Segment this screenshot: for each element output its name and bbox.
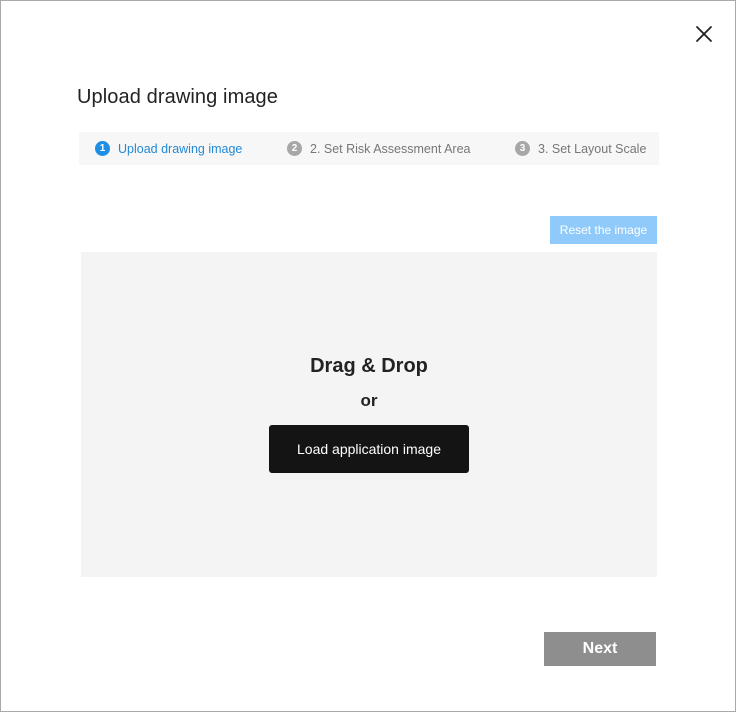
step-label: 2. Set Risk Assessment Area <box>310 141 471 156</box>
step-label: Upload drawing image <box>118 141 243 156</box>
step-indicator: 1 Upload drawing image 2 2. Set Risk Ass… <box>79 132 659 165</box>
step-set-risk-assessment-area[interactable]: 2 2. Set Risk Assessment Area <box>287 132 471 165</box>
step-number-badge: 2 <box>287 141 302 156</box>
step-label: 3. Set Layout Scale <box>538 141 647 156</box>
reset-image-button[interactable]: Reset the image <box>550 216 657 244</box>
image-dropzone[interactable]: Drag & Drop or Load application image <box>81 252 657 577</box>
load-application-image-button[interactable]: Load application image <box>269 425 469 473</box>
dropzone-or-text: or <box>360 391 378 410</box>
next-button[interactable]: Next <box>544 632 656 666</box>
step-set-layout-scale[interactable]: 3 3. Set Layout Scale <box>515 132 646 165</box>
close-icon <box>696 26 712 42</box>
step-number-badge: 1 <box>95 141 110 156</box>
step-upload-drawing-image[interactable]: 1 Upload drawing image <box>95 132 242 165</box>
upload-dialog: Upload drawing image 1 Upload drawing im… <box>0 0 736 712</box>
step-number-badge: 3 <box>515 141 530 156</box>
dialog-title: Upload drawing image <box>77 86 279 108</box>
close-button[interactable] <box>691 21 717 47</box>
dropzone-title: Drag & Drop <box>310 355 428 377</box>
